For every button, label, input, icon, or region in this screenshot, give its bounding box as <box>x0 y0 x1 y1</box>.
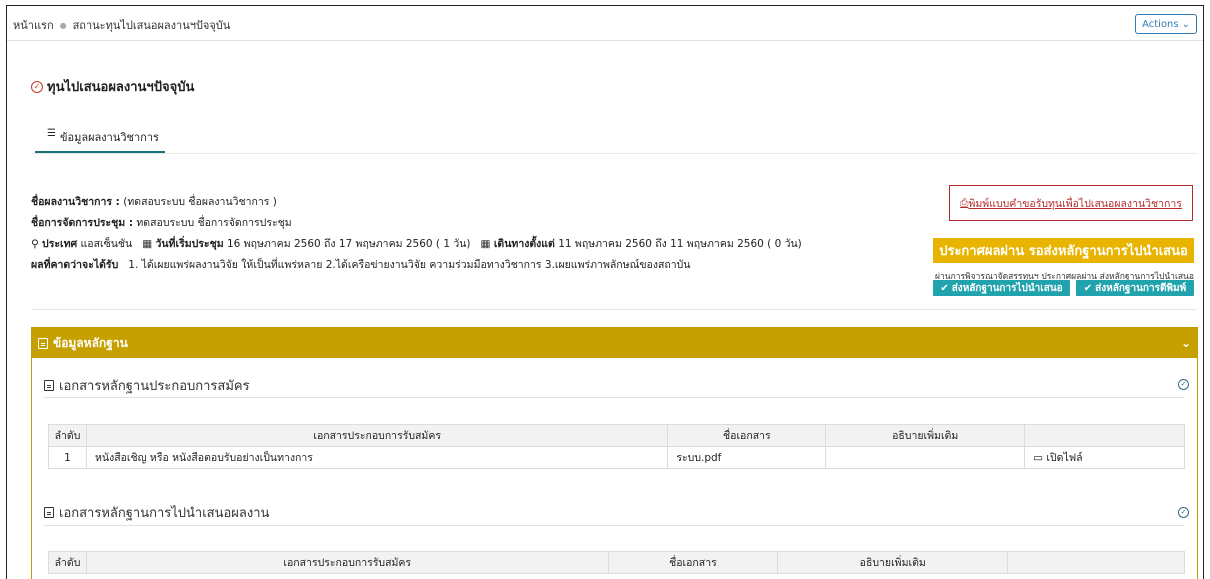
section-title-text: เอกสารหลักฐานประกอบการสมัคร <box>59 379 250 394</box>
column-header: อธิบายเพิ่มเติม <box>777 551 1009 574</box>
conference-label: ชื่อการจัดการประชุม : <box>31 217 134 229</box>
country-value: แอสเซ็นชัน <box>80 238 133 250</box>
row-document: หนังสือเชิญ หรือ หนังสือตอบรับอย่างเป็นท… <box>85 446 669 469</box>
printer-icon: ⎙ <box>960 196 969 209</box>
send-presentation-label: ส่งหลักฐานการไปนำเสนอ <box>951 282 1063 294</box>
location-date-row: ⚲ ประเทศ แอสเซ็นชัน ▦ วันที่เริ่มประชุม … <box>31 234 802 255</box>
check-circle-icon: ✓ <box>1178 507 1189 518</box>
work-name-value: (ทดสอบระบบ ชื่อผลงานวิชาการ ) <box>123 196 277 208</box>
open-file-label: เปิดไฟล์ <box>1046 452 1083 464</box>
open-file-button[interactable]: ▭ เปิดไฟล์ <box>1024 446 1185 469</box>
chevron-down-icon[interactable]: ⌄ <box>1181 336 1191 350</box>
document-icon <box>44 380 54 391</box>
section-divider <box>44 397 1184 398</box>
print-form-label: พิมพ์แบบคำขอรับทุนเพื่อไปเสนอผลงานวิชากา… <box>968 197 1182 210</box>
calendar-icon: ▦ <box>480 238 491 250</box>
travel-label: เดินทางตั้งแต่ <box>493 238 555 250</box>
conference-value: ทดสอบระบบ ชื่อการจัดการประชุม <box>136 217 292 229</box>
country-label: ประเทศ <box>42 238 78 250</box>
evidence-panel-header[interactable]: ข้อมูลหลักฐาน ⌄ <box>32 328 1197 358</box>
top-bar: หน้าแรก ● สถานะทุนไปเสนอผลงานฯปัจจุบัน A… <box>7 6 1203 41</box>
app-frame: หน้าแรก ● สถานะทุนไปเสนอผลงานฯปัจจุบัน A… <box>6 5 1204 579</box>
document-icon <box>38 337 48 349</box>
chevron-down-icon: ⌄ <box>1181 18 1190 30</box>
tab-academic-info[interactable]: ☰ ข้อมูลผลงานวิชาการ <box>35 124 165 154</box>
section-title-text: เอกสารหลักฐานการไปนำเสนอผลงาน <box>59 506 270 521</box>
presentation-docs-table: ลำดับ เอกสารประกอบการรับสมัคร ชื่อเอกสาร… <box>48 551 1185 574</box>
page-title: ✓ ทุนไปเสนอผลงานฯปัจจุบัน <box>31 76 194 97</box>
divider <box>31 309 1197 310</box>
travel-value: 11 พฤษภาคม 2560 ถึง 11 พฤษภาคม 2560 ( 0 … <box>558 238 802 250</box>
column-header: ลำดับ <box>48 551 87 574</box>
row-filename: ระบบ.pdf <box>667 446 827 469</box>
check-icon: ✔ <box>1083 282 1093 294</box>
evidence-panel: ข้อมูลหลักฐาน ⌄ เอกสารหลักฐานประกอบการสม… <box>31 327 1198 579</box>
print-form-button[interactable]: ⎙ พิมพ์แบบคำขอรับทุนเพื่อไปเสนอผลงานวิชา… <box>949 185 1193 221</box>
calendar-icon: ▦ <box>142 238 153 250</box>
send-presentation-evidence-button[interactable]: ✔ ส่งหลักฐานการไปนำเสนอ <box>933 280 1070 296</box>
column-header: ชื่อเอกสาร <box>667 424 827 447</box>
send-publication-label: ส่งหลักฐานการตีพิมพ์ <box>1095 282 1187 294</box>
folder-open-icon: ▭ <box>1033 452 1044 464</box>
work-info: ชื่อผลงานวิชาการ : (ทดสอบระบบ ชื่อผลงานว… <box>31 192 802 276</box>
expected-label: ผลที่คาดว่าจะได้รับ <box>31 259 119 271</box>
column-header: เอกสารประกอบการรับสมัคร <box>85 424 669 447</box>
column-header: ชื่อเอกสาร <box>607 551 779 574</box>
tab-label: ข้อมูลผลงานวิชาการ <box>59 131 159 144</box>
check-circle-icon: ✓ <box>31 80 43 93</box>
tab-divider <box>31 153 1197 154</box>
column-header <box>1007 551 1185 574</box>
panel-title: ข้อมูลหลักฐาน <box>53 335 128 350</box>
database-icon: ☰ <box>47 128 56 139</box>
work-name-label: ชื่อผลงานวิชาการ : <box>31 196 120 208</box>
row-note <box>825 446 1026 469</box>
table-row: 1 หนังสือเชิญ หรือ หนังสือตอบรับอย่างเป็… <box>48 446 1185 469</box>
work-name-row: ชื่อผลงานวิชาการ : (ทดสอบระบบ ชื่อผลงานว… <box>31 192 802 213</box>
column-header <box>1024 424 1185 447</box>
expected-value: 1. ได้เผยแพร่ผลงานวิจัย ให้เป็นที่แพร่หล… <box>128 259 691 271</box>
breadcrumb-current: สถานะทุนไปเสนอผลงานฯปัจจุบัน <box>72 19 231 32</box>
map-pin-icon: ⚲ <box>31 238 39 250</box>
actions-label: Actions <box>1142 18 1179 30</box>
expected-row: ผลที่คาดว่าจะได้รับ 1. ได้เผยแพร่ผลงานวิ… <box>31 255 802 276</box>
breadcrumb-home[interactable]: หน้าแรก <box>13 16 54 34</box>
column-header: ลำดับ <box>48 424 87 447</box>
section-application-docs-title: เอกสารหลักฐานประกอบการสมัคร <box>44 375 250 396</box>
application-docs-table: ลำดับ เอกสารประกอบการรับสมัคร ชื่อเอกสาร… <box>48 424 1185 469</box>
page-title-text: ทุนไปเสนอผลงานฯปัจจุบัน <box>47 80 195 95</box>
check-circle-icon: ✓ <box>1178 379 1189 390</box>
breadcrumb-separator-icon: ● <box>59 20 67 30</box>
table-header-row: ลำดับ เอกสารประกอบการรับสมัคร ชื่อเอกสาร… <box>48 551 1185 574</box>
breadcrumb: หน้าแรก ● สถานะทุนไปเสนอผลงานฯปัจจุบัน <box>13 16 230 34</box>
actions-button[interactable]: Actions ⌄ <box>1135 14 1197 34</box>
section-divider <box>44 525 1184 526</box>
table-header-row: ลำดับ เอกสารประกอบการรับสมัคร ชื่อเอกสาร… <box>48 424 1185 447</box>
status-banner: ประกาศผลผ่าน รอส่งหลักฐานการไปนำเสนอ <box>933 238 1194 263</box>
check-icon: ✔ <box>940 282 949 294</box>
start-date-value: 16 พฤษภาคม 2560 ถึง 17 พฤษภาคม 2560 ( 1 … <box>226 238 471 250</box>
column-header: อธิบายเพิ่มเติม <box>825 424 1026 447</box>
row-number: 1 <box>48 446 87 469</box>
conference-row: ชื่อการจัดการประชุม : ทดสอบระบบ ชื่อการจ… <box>31 213 802 234</box>
start-date-label: วันที่เริ่มประชุม <box>155 238 224 250</box>
section-presentation-docs-title: เอกสารหลักฐานการไปนำเสนอผลงาน <box>44 502 269 523</box>
document-icon <box>44 507 54 518</box>
column-header: เอกสารประกอบการรับสมัคร <box>85 551 609 574</box>
send-publication-evidence-button[interactable]: ✔ ส่งหลักฐานการตีพิมพ์ <box>1076 280 1194 296</box>
